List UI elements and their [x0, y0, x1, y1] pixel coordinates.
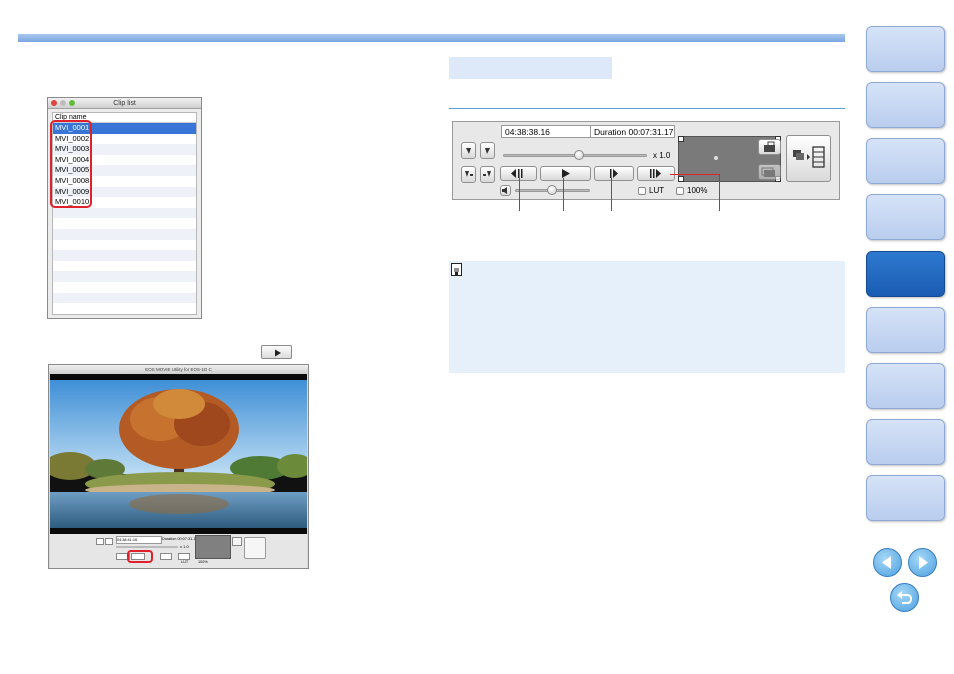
- next-clip-button[interactable]: [480, 142, 495, 159]
- fast-forward-button[interactable]: [178, 553, 190, 560]
- play-button[interactable]: [540, 166, 591, 181]
- speed-label: x 1.0: [180, 544, 189, 549]
- nav-tab-4[interactable]: [866, 194, 945, 240]
- arrow-left-icon: [882, 556, 891, 569]
- prev-clip-button[interactable]: [461, 142, 476, 159]
- zoom-checkbox-label[interactable]: 100%: [198, 560, 208, 564]
- next-frame-button[interactable]: [160, 553, 172, 560]
- goto-out-button[interactable]: [480, 166, 495, 183]
- clip-list-titlebar: Clip list: [48, 98, 201, 109]
- empty-row: [53, 292, 196, 304]
- prev-frame-button[interactable]: [96, 538, 104, 545]
- goto-in-button[interactable]: [461, 166, 476, 183]
- nav-tab-8[interactable]: [866, 419, 945, 465]
- play-button[interactable]: [261, 345, 292, 359]
- return-button[interactable]: [890, 583, 919, 612]
- save-sequence-button[interactable]: [758, 164, 781, 180]
- next-frame-button[interactable]: [594, 166, 634, 181]
- seek-slider[interactable]: [116, 546, 178, 548]
- movie-controls-bar: 04:38:41:16 Duration 00:07:31.17 x 1.0 L…: [50, 534, 307, 568]
- next-frame-button[interactable]: [105, 538, 113, 545]
- playback-panel: 04:38:38.16 Duration 00:07:31.17 x 1.0 L…: [452, 121, 840, 200]
- memo-icon: [451, 263, 462, 276]
- timecode-field: 04:38:38.16: [501, 125, 591, 138]
- volume-slider-knob[interactable]: [547, 185, 557, 195]
- empty-row: [53, 229, 196, 240]
- crop-handle[interactable]: [678, 136, 684, 142]
- speed-label: x 1.0: [653, 151, 671, 160]
- next-frame-icon: [610, 169, 618, 178]
- goto-start-icon: [465, 171, 473, 177]
- empty-row: [53, 271, 196, 282]
- header-rule: [18, 34, 845, 42]
- export-clip-button[interactable]: [786, 135, 831, 182]
- nav-tab-3[interactable]: [866, 138, 945, 184]
- clip-list-title: Clip list: [113, 100, 136, 107]
- export-still-button[interactable]: [232, 537, 242, 546]
- callout-line-fast-forward: [719, 174, 720, 211]
- callout-line-next-frame: [611, 178, 612, 211]
- zoom-label: 100%: [687, 186, 708, 195]
- lut-checkbox-label[interactable]: LUT: [181, 560, 188, 564]
- memo-box: [449, 261, 845, 373]
- film-export-icon: [793, 146, 825, 168]
- empty-row: [53, 207, 196, 219]
- fast-forward-icon: [650, 169, 661, 178]
- timecode-field: 04:38:41:16: [116, 536, 162, 544]
- speaker-icon: [502, 187, 507, 194]
- preview-thumbnail: [195, 535, 231, 559]
- return-icon: [897, 591, 913, 604]
- mark-in-icon: [466, 148, 471, 154]
- nav-tab-9[interactable]: [866, 475, 945, 521]
- nav-tab-7[interactable]: [866, 363, 945, 409]
- movie-player-window: EOS MOVIE Utility for EOS-1D C 04:38:41:…: [48, 364, 309, 569]
- save-still-button[interactable]: [758, 139, 781, 155]
- movie-window-title: EOS MOVIE Utility for EOS-1D C: [49, 365, 308, 374]
- section-rule: [449, 108, 845, 109]
- volume-button[interactable]: [500, 185, 511, 196]
- prev-page-button[interactable]: [873, 548, 902, 577]
- clip-list-highlight: [50, 120, 92, 208]
- callout-line-fast-forward-h: [670, 174, 719, 175]
- zoom-checkbox[interactable]: [676, 187, 684, 195]
- callout-line-play: [563, 178, 564, 211]
- nav-tab-6[interactable]: [866, 307, 945, 353]
- nav-tab-1[interactable]: [866, 26, 945, 72]
- play-icon: [562, 169, 570, 178]
- arrow-right-icon: [919, 556, 928, 569]
- goto-end-icon: [483, 171, 491, 177]
- movie-frame-tree-photo: [50, 374, 307, 534]
- section-heading-box: [449, 57, 612, 79]
- mark-out-icon: [485, 148, 490, 154]
- seek-slider-knob[interactable]: [574, 150, 584, 160]
- play-icon: [275, 349, 281, 357]
- lut-label: LUT: [649, 186, 665, 195]
- save-sequence-icon: [761, 167, 775, 177]
- tree-landscape-image: [50, 374, 307, 534]
- save-clip-button[interactable]: [244, 537, 266, 559]
- nav-tab-5-active[interactable]: [866, 251, 945, 297]
- save-frame-icon: [764, 141, 775, 152]
- nav-tab-2[interactable]: [866, 82, 945, 128]
- lut-checkbox[interactable]: [638, 187, 646, 195]
- empty-row: [53, 250, 196, 261]
- duration-label: Duration 00:07:31.17: [162, 537, 198, 541]
- crop-handle[interactable]: [678, 176, 684, 182]
- next-page-button[interactable]: [908, 548, 937, 577]
- callout-line-prev-frame: [519, 178, 520, 211]
- play-button-highlight: [127, 550, 153, 563]
- duration-field: Duration 00:07:31.17: [590, 125, 675, 138]
